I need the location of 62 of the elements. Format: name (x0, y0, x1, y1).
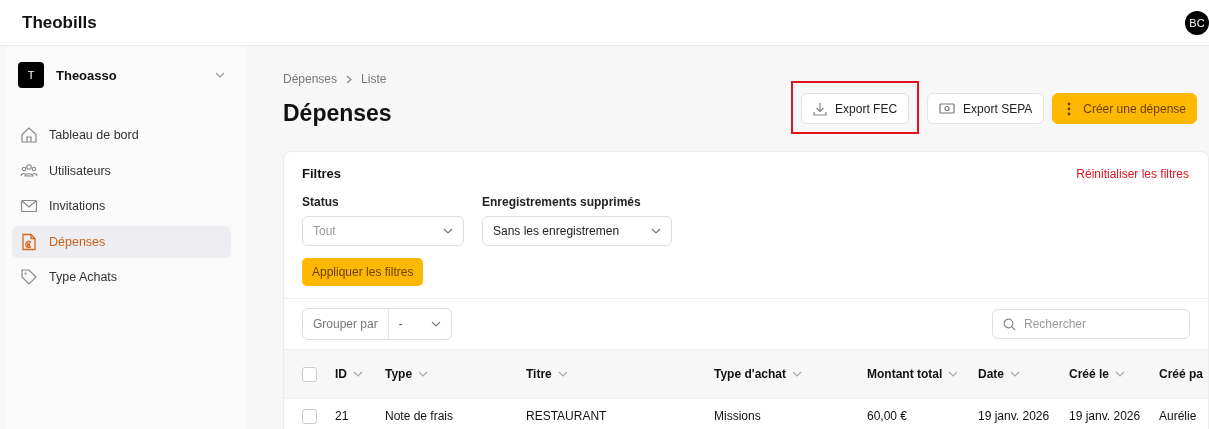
filters-title: Filtres (302, 166, 341, 181)
table-cell-text: Missions (714, 409, 762, 423)
chevron-down-icon (430, 321, 441, 327)
apply-filters-button[interactable]: Appliquer les filtres (302, 258, 424, 286)
download-icon (813, 101, 828, 116)
column-header[interactable]: Date (978, 367, 1069, 381)
table-cell-text: Aurélie (1159, 409, 1198, 423)
nav-item[interactable]: Tableau de bord (12, 119, 231, 151)
chevron-right-icon (346, 74, 353, 84)
sort-icon (1010, 371, 1020, 377)
sort-icon (353, 371, 363, 377)
sort-icon (792, 371, 802, 377)
filter-label: Status (302, 195, 340, 209)
table-cell-text: Note de frais (385, 409, 455, 423)
more-vertical-icon (1067, 101, 1072, 116)
export-button[interactable]: Export FEC (801, 93, 910, 124)
nav-item[interactable]: Utilisateurs (12, 154, 231, 187)
table-cell-text: 21 (335, 409, 350, 423)
column-header[interactable]: Créé le (1069, 367, 1159, 381)
table-cell-text: 19 janv. 2026 (978, 409, 1051, 423)
nav-item[interactable]: Dépenses (12, 225, 231, 258)
create-button[interactable]: Créer une dépense (1052, 93, 1197, 124)
breadcrumb-link[interactable]: Dépenses (283, 72, 338, 86)
user-avatar[interactable]: BC (1185, 10, 1209, 35)
organization-switcher[interactable]: T Theoasso (12, 61, 231, 89)
table-cell-text: RESTAURANT (526, 409, 608, 423)
sort-icon (557, 371, 568, 377)
mail-icon (20, 197, 38, 215)
chevron-down-icon (443, 228, 453, 234)
nav-item[interactable]: Invitations (12, 190, 231, 222)
sort-icon (1115, 371, 1126, 377)
nav-item[interactable]: Type Achats (12, 261, 231, 293)
column-header[interactable]: Type d'achat (714, 367, 867, 381)
tag-icon (20, 268, 38, 286)
search-icon (1003, 317, 1016, 331)
users-icon (20, 161, 38, 180)
sort-icon (948, 371, 959, 377)
breadcrumb-current: Liste (361, 72, 387, 86)
checkbox[interactable] (302, 408, 317, 424)
table-cell-text: 60,00 € (867, 409, 909, 423)
checkbox[interactable] (302, 366, 317, 382)
organization-logo: T (18, 62, 44, 88)
export-button[interactable]: Export SEPA (927, 93, 1045, 124)
app-name: Theobills (22, 12, 97, 33)
invoice-icon (20, 232, 38, 251)
organization-name: Theoasso (56, 67, 118, 83)
group-by-select[interactable]: Grouper par - (302, 308, 452, 340)
sort-icon (418, 371, 429, 377)
page-title: Dépenses (283, 100, 392, 127)
home-icon (20, 126, 38, 144)
filter-label: Enregistrements supprimés (482, 195, 642, 209)
chevron-down-icon (651, 228, 661, 234)
table-cell-text: 19 janv. 2026 (1069, 409, 1142, 423)
column-header[interactable]: ID (335, 367, 385, 381)
column-header[interactable]: Titre (526, 367, 714, 381)
chevron-down-icon (215, 72, 225, 78)
banknote-icon (939, 102, 956, 115)
reset-filters-link[interactable]: Réinitialiser les filtres (1076, 166, 1189, 181)
column-header[interactable]: Créé pa (1159, 367, 1208, 381)
column-header[interactable]: Montant total (867, 367, 978, 381)
select-field[interactable]: Sans les enregistremen (482, 216, 672, 246)
column-header[interactable]: Type (385, 367, 526, 381)
